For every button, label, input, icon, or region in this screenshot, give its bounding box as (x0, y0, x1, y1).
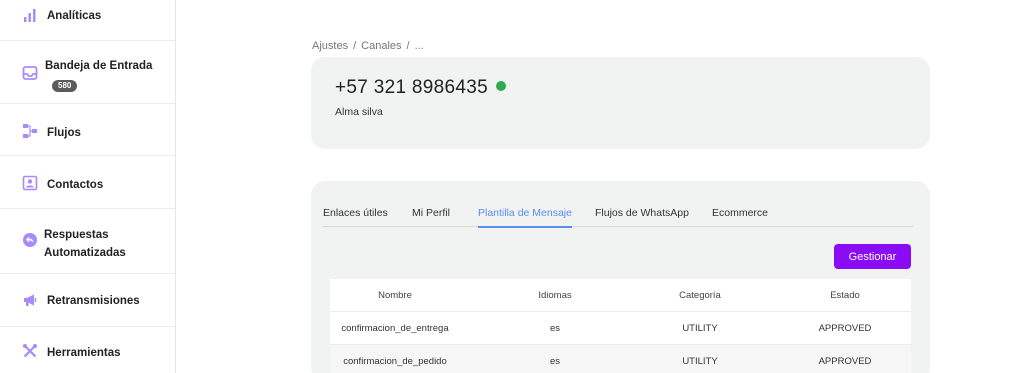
sidebar-item-label: Bandeja de Entrada (45, 60, 153, 72)
column-header-categoria[interactable]: Categoría (635, 279, 765, 312)
template-category: UTILITY (682, 356, 718, 367)
tab-ecommerce[interactable]: Ecommerce (712, 207, 768, 226)
templates-table: Nombre Idiomas Categoría Estado confirma… (330, 279, 911, 373)
tab-plantilla-de-mensaje[interactable]: Plantilla de Mensaje (478, 207, 572, 228)
column-header-estado[interactable]: Estado (780, 279, 910, 312)
reply-icon (22, 232, 38, 248)
column-header-nombre[interactable]: Nombre (330, 279, 460, 312)
template-language: es (549, 356, 561, 367)
channel-owner: Alma silva (335, 106, 383, 118)
settings-panel: Enlaces útiles Mi Perfil Plantilla de Me… (311, 181, 930, 373)
sidebar-item-label: Analíticas (47, 10, 102, 22)
channel-phone: +57 321 8986435 (335, 77, 488, 98)
tools-icon (22, 343, 38, 359)
sidebar-item-retransmisiones[interactable]: Retransmisiones (0, 274, 175, 327)
template-status: APPROVED (818, 323, 872, 334)
template-name: confirmacion_de_pedido (343, 356, 447, 367)
table-row[interactable]: confirmacion_de_pedido es UTILITY APPROV… (330, 345, 911, 373)
sidebar-item-contactos[interactable]: Contactos (0, 156, 175, 209)
breadcrumb: Ajustes / Canales /... (312, 40, 424, 52)
sidebar-item-label: Flujos (47, 127, 81, 139)
breadcrumb-current: ... (414, 40, 424, 52)
breadcrumb-canales[interactable]: Canales (361, 40, 401, 52)
breadcrumb-ajustes[interactable]: Ajustes (312, 40, 348, 52)
tab-bar: Enlaces útiles Mi Perfil Plantilla de Me… (323, 207, 913, 228)
sidebar-item-label: Retransmisiones (47, 295, 140, 307)
tab-flujos-de-whatsapp[interactable]: Flujos de WhatsApp (595, 207, 689, 226)
sidebar: Analíticas Bandeja de Entrada 580 Flujos… (0, 0, 176, 373)
tab-enlaces-utiles[interactable]: Enlaces útiles (323, 207, 388, 226)
column-header-idiomas[interactable]: Idiomas (490, 279, 620, 312)
table-header-row: Nombre Idiomas Categoría Estado (330, 279, 911, 312)
inbox-count-badge: 580 (52, 80, 78, 92)
sidebar-item-bandeja[interactable]: Bandeja de Entrada 580 (0, 41, 175, 104)
sidebar-item-flujos[interactable]: Flujos (0, 104, 175, 156)
tab-mi-perfil[interactable]: Mi Perfil (412, 207, 450, 226)
contact-card-icon (22, 175, 38, 191)
template-category: UTILITY (682, 323, 718, 334)
template-name: confirmacion_de_entrega (341, 323, 449, 334)
sidebar-item-label: Respuestas Automatizadas (44, 229, 126, 259)
status-indicator (496, 81, 506, 91)
template-status: APPROVED (818, 356, 872, 367)
inbox-icon (22, 65, 38, 81)
table-row[interactable]: confirmacion_de_entrega es UTILITY APPRO… (330, 312, 911, 345)
sidebar-item-herramientas[interactable]: Herramientas (0, 327, 175, 373)
flow-icon (22, 123, 38, 139)
sidebar-item-label: Contactos (47, 179, 104, 191)
megaphone-icon (22, 292, 38, 308)
sidebar-item-analiticas[interactable]: Analíticas (0, 0, 175, 41)
template-language: es (549, 323, 561, 334)
sidebar-item-label: Herramientas (47, 347, 121, 359)
gestionar-button[interactable]: Gestionar (834, 244, 911, 269)
channel-card: +57 321 8986435 Alma silva (311, 57, 930, 149)
bar-chart-icon (22, 7, 38, 23)
sidebar-item-respuestas[interactable]: Respuestas Automatizadas (0, 209, 175, 274)
